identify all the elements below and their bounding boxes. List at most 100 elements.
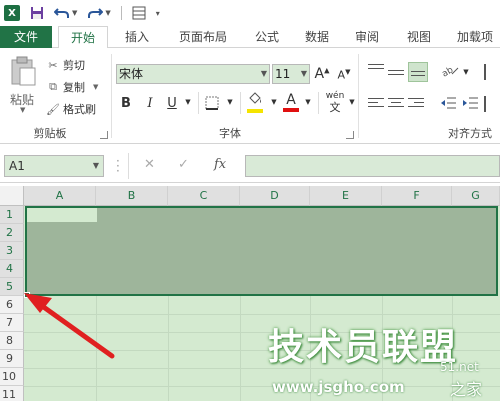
decrease-indent-button[interactable] [440,96,456,113]
tab-data[interactable]: 数据 [294,26,340,48]
tab-file[interactable]: 文件 [0,26,52,48]
formula-bar: A1 ▼ · · · ✕ ✓ fx [0,149,500,183]
grid-line [24,386,500,387]
row-header-5[interactable]: 5 [0,278,24,296]
bold-button[interactable]: B [118,96,134,111]
redo-dropdown-icon[interactable]: ▼ [105,3,110,23]
clipboard-launcher-icon[interactable] [100,131,108,139]
name-box[interactable]: A1 ▼ [4,155,104,177]
row-header-10[interactable]: 10 [0,368,24,386]
row-header-3[interactable]: 3 [0,242,24,260]
save-button[interactable] [30,3,44,23]
undo-button[interactable] [54,3,70,23]
row-header-4[interactable]: 4 [0,260,24,278]
tab-home[interactable]: 开始 [58,26,108,49]
grow-arrow-icon: ▲ [324,66,330,75]
increase-indent-icon [463,97,478,109]
wrap-text-button[interactable] [484,64,498,80]
column-header-e[interactable]: E [310,186,382,206]
decrease-indent-icon [441,97,456,109]
phonetic-button[interactable]: wén 文 [324,91,346,113]
cut-button[interactable]: ✂ 剪切 [46,56,85,74]
row-header-11[interactable]: 11 [0,386,24,401]
save-icon [31,7,43,19]
column-header-a[interactable]: A [24,186,96,206]
clipboard-group-label: 剪贴板 [33,127,67,140]
italic-button[interactable]: I [142,96,158,111]
tab-page-layout[interactable]: 页面布局 [166,26,240,48]
cancel-entry-button[interactable]: ✕ [144,157,155,172]
row-header-9[interactable]: 9 [0,350,24,368]
row-header-6[interactable]: 6 [0,296,24,314]
form-icon [132,6,146,20]
tab-review[interactable]: 审阅 [344,26,390,48]
middle-align-button[interactable] [388,66,404,80]
undo-icon [54,8,69,18]
column-header-f[interactable]: F [382,186,452,206]
underline-dropdown-icon[interactable]: ▼ [180,98,196,106]
formula-input[interactable] [245,155,500,177]
undo-dropdown-icon[interactable]: ▼ [72,3,77,23]
align-center-button[interactable] [388,98,404,112]
paste-icon [11,56,36,86]
column-header-g[interactable]: G [452,186,500,206]
row-header-2[interactable]: 2 [0,224,24,242]
name-box-value: A1 [9,159,25,173]
fill-color-dropdown-icon[interactable]: ▼ [266,98,282,106]
merge-center-button[interactable] [484,96,498,112]
quick-access-toolbar: X ▼ ▼ ▾ [0,0,500,26]
column-header-c[interactable]: C [168,186,240,206]
scissors-icon: ✂ [48,58,58,72]
select-all-corner[interactable] [0,186,24,206]
fill-handle[interactable] [24,292,30,298]
format-painter-button[interactable]: 🖌 格式刷 [46,100,96,118]
paste-button[interactable]: 粘贴 ▼ [6,56,40,116]
column-header-d[interactable]: D [240,186,310,206]
format-painter-icon: 🖌 [46,102,60,116]
column-header-b[interactable]: B [96,186,168,206]
tab-insert[interactable]: 插入 [112,26,162,48]
borders-dropdown-icon[interactable]: ▼ [222,98,238,106]
font-color-letter: A [286,92,296,108]
font-name-combo[interactable]: 宋体 ▼ [116,64,270,84]
align-right-button[interactable] [408,98,424,112]
shrink-arrow-icon: ▼ [345,68,351,76]
bottom-align-button[interactable] [408,62,428,82]
grow-font-button[interactable]: A▲ [314,66,330,82]
active-cell-a1[interactable] [27,208,97,222]
fill-color-button[interactable] [247,92,265,114]
font-divider-3 [318,92,319,114]
borders-button[interactable] [205,96,219,113]
copy-label: 复制 [63,81,85,94]
row-header-7[interactable]: 7 [0,314,24,332]
font-divider-2 [240,92,241,114]
font-color-dropdown-icon[interactable]: ▼ [300,98,316,106]
font-launcher-icon[interactable] [346,131,354,139]
redo-button[interactable] [87,3,104,23]
copy-button[interactable]: ⧉ 复制 ▼ [46,78,98,96]
row-header-1[interactable]: 1 [0,206,24,224]
font-size-combo[interactable]: 11 ▼ [272,64,310,84]
customize-qat-button[interactable]: ▾ [156,3,160,23]
fill-color-swatch [247,109,263,113]
customize-icon: ▾ [155,8,160,18]
align-left-button[interactable] [368,98,384,112]
shrink-font-button[interactable]: A▼ [336,68,352,82]
top-align-button[interactable] [368,64,384,78]
font-color-button[interactable]: A [283,92,299,114]
copy-icon: ⧉ [49,80,57,93]
row-header-8[interactable]: 8 [0,332,24,350]
orientation-button[interactable]: ab [440,62,460,81]
insert-function-button[interactable]: fx [214,157,226,172]
form-button[interactable] [132,3,146,23]
tab-formulas[interactable]: 公式 [244,26,290,48]
increase-indent-button[interactable] [462,96,478,113]
tab-addins[interactable]: 加载项 [450,26,500,48]
orientation-dropdown-icon[interactable]: ▼ [458,68,474,76]
group-divider [111,54,112,138]
toolbar-divider [120,6,122,20]
enter-entry-button[interactable]: ✓ [178,157,189,172]
underline-button[interactable]: U [164,96,180,111]
font-name-dropdown-icon: ▼ [260,69,267,78]
tab-view[interactable]: 视图 [396,26,442,48]
